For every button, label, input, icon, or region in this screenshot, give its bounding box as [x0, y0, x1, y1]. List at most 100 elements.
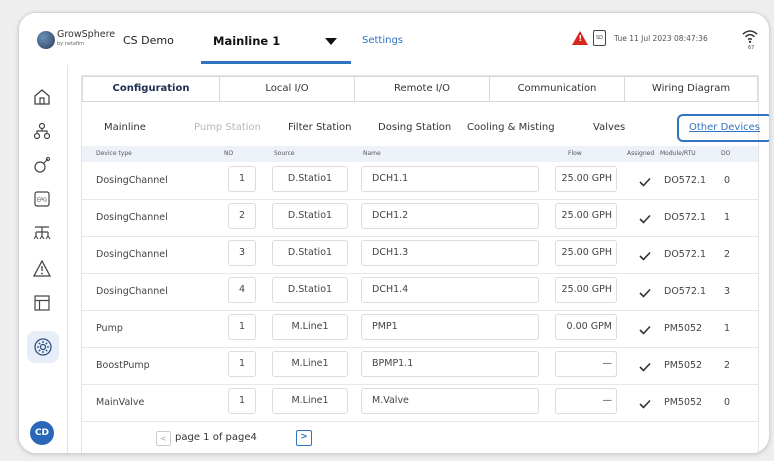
flow-field[interactable]: 25.00 GPH [555, 277, 617, 303]
next-page-button[interactable]: > [296, 430, 312, 446]
col-name: Name [363, 150, 381, 157]
table-row[interactable]: MainValve 1 M.Line1 M.Valve — PM5052 0 [82, 384, 758, 422]
subtab-filter-station[interactable]: Filter Station [288, 122, 352, 133]
device-no-field[interactable]: 3 [228, 240, 256, 266]
do-cell: 2 [724, 360, 731, 371]
flow-field[interactable]: 25.00 GPH [555, 166, 617, 192]
caret-down-icon [325, 38, 337, 45]
date-time: Tue 11 Jul 2023 08:47:36 [614, 34, 708, 43]
device-no-field[interactable]: 1 [228, 388, 256, 414]
flow-field[interactable]: 25.00 GPH [555, 240, 617, 266]
tab-remote-io[interactable]: Remote I/O [354, 76, 490, 102]
table-header: Device type NO Source Name Flow Assigned… [82, 146, 758, 162]
source-field[interactable]: D.Statio1 [272, 277, 348, 303]
device-name-field[interactable]: DCH1.2 [361, 203, 539, 229]
tab-configuration[interactable]: Configuration [82, 76, 220, 102]
device-type-cell: BoostPump [96, 360, 150, 371]
table-row[interactable]: Pump 1 M.Line1 PMP1 0.00 GPM PM5052 1 [82, 310, 758, 348]
main-tabs: Configuration Local I/O Remote I/O Commu… [82, 76, 758, 102]
settings-link[interactable]: Settings [362, 35, 403, 46]
device-type-cell: MainValve [96, 397, 145, 408]
flow-field[interactable]: 25.00 GPH [555, 203, 617, 229]
device-name-field[interactable]: M.Valve [361, 388, 539, 414]
source-field[interactable]: M.Line1 [272, 388, 348, 414]
page-indicator: page 1 of page4 [175, 432, 257, 443]
source-field[interactable]: M.Line1 [272, 351, 348, 377]
module-rtu-cell: DO572.1 [664, 212, 706, 223]
table-row[interactable]: DosingChannel 1 D.Statio1 DCH1.1 25.00 GPH DO… [82, 162, 758, 200]
table-row[interactable]: DosingChannel 2 D.Statio1 DCH1.2 25.00 GPH DO… [82, 199, 758, 237]
gear-icon [34, 338, 52, 356]
mainline-selector-label: Mainline 1 [213, 34, 281, 48]
device-name-field[interactable]: DCH1.1 [361, 166, 539, 192]
col-no: NO [224, 150, 234, 157]
flow-field[interactable]: — [555, 388, 617, 414]
alarm-icon[interactable] [32, 259, 52, 279]
prev-page-button[interactable]: < [156, 431, 171, 446]
device-name-field[interactable]: DCH1.3 [361, 240, 539, 266]
device-no-field[interactable]: 2 [228, 203, 256, 229]
valve-icon[interactable] [32, 155, 52, 175]
program-icon[interactable]: EPG [32, 189, 52, 209]
sub-tabs: Mainline Pump Station Filter Station Dos… [82, 112, 760, 144]
site-name[interactable]: CS Demo [123, 34, 174, 47]
module-rtu-cell: PM5052 [664, 360, 703, 371]
source-field[interactable]: M.Line1 [272, 314, 348, 340]
source-field[interactable]: D.Statio1 [272, 166, 348, 192]
subtab-dosing-station[interactable]: Dosing Station [378, 122, 451, 133]
module-rtu-cell: PM5052 [664, 323, 703, 334]
avatar[interactable]: CD [30, 421, 54, 445]
source-field[interactable]: D.Statio1 [272, 240, 348, 266]
table-row[interactable]: DosingChannel 3 D.Statio1 DCH1.3 25.00 GPH DO… [82, 236, 758, 274]
sidebar: EPG CD [19, 65, 68, 453]
do-cell: 3 [724, 286, 731, 297]
flow-field[interactable]: 0.00 GPM [555, 314, 617, 340]
assigned-check-icon [639, 251, 651, 261]
device-no-field[interactable]: 1 [228, 314, 256, 340]
subtab-valves[interactable]: Valves [593, 122, 625, 133]
brand-name: GrowSphere [57, 29, 116, 40]
tab-wiring-diagram[interactable]: Wiring Diagram [624, 76, 758, 102]
table-row[interactable]: DosingChannel 4 D.Statio1 DCH1.4 25.00 GPH DO… [82, 273, 758, 311]
do-cell: 0 [724, 175, 731, 186]
module-rtu-cell: DO572.1 [664, 286, 706, 297]
tab-communication[interactable]: Communication [489, 76, 625, 102]
device-no-field[interactable]: 4 [228, 277, 256, 303]
sidebar-item-settings[interactable] [27, 331, 59, 363]
brand-subtitle: by netafim [57, 41, 85, 47]
do-cell: 1 [724, 323, 731, 334]
col-flow: Flow [568, 150, 582, 157]
network-icon[interactable] [32, 223, 52, 243]
subtab-mainline[interactable]: Mainline [104, 122, 146, 133]
wifi-icon [742, 30, 758, 44]
do-cell: 2 [724, 249, 731, 260]
hierarchy-icon[interactable] [32, 121, 52, 141]
device-no-field[interactable]: 1 [228, 166, 256, 192]
col-device-type: Device type [96, 150, 132, 157]
col-assigned: Assigned [627, 150, 655, 157]
mainline-selector[interactable]: Mainline 1 [201, 23, 351, 64]
wifi-strength: 67 [748, 45, 755, 51]
source-field[interactable]: D.Statio1 [272, 203, 348, 229]
alert-icon[interactable]: ! [572, 31, 588, 45]
assigned-check-icon [639, 214, 651, 224]
device-no-field[interactable]: 1 [228, 351, 256, 377]
flow-field[interactable]: — [555, 351, 617, 377]
device-type-cell: Pump [96, 323, 123, 334]
col-source: Source [274, 150, 295, 157]
tab-local-io[interactable]: Local I/O [219, 76, 355, 102]
device-type-cell: DosingChannel [96, 249, 168, 260]
device-name-field[interactable]: PMP1 [361, 314, 539, 340]
table-icon[interactable] [32, 293, 52, 313]
sd-card-icon: SD [593, 30, 606, 46]
subtab-cooling-misting[interactable]: Cooling & Misting [467, 122, 555, 133]
svg-text:EPG: EPG [37, 198, 47, 204]
brand-logo-icon [37, 31, 55, 49]
home-icon[interactable] [32, 87, 52, 107]
device-type-cell: DosingChannel [96, 286, 168, 297]
device-name-field[interactable]: BPMP1.1 [361, 351, 539, 377]
device-name-field[interactable]: DCH1.4 [361, 277, 539, 303]
table-row[interactable]: BoostPump 1 M.Line1 BPMP1.1 — PM5052 2 [82, 347, 758, 385]
do-cell: 0 [724, 397, 731, 408]
assigned-check-icon [639, 288, 651, 298]
